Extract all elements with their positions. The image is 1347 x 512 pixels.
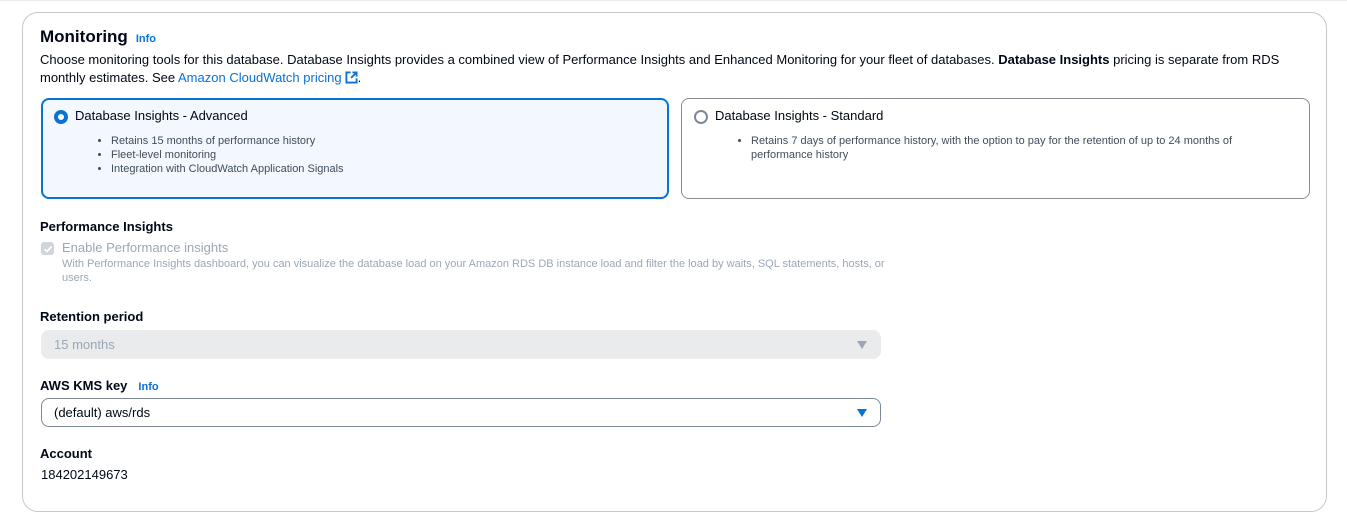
enable-performance-insights-checkbox[interactable] bbox=[41, 242, 54, 255]
section-description: Choose monitoring tools for this databas… bbox=[40, 51, 1280, 87]
cloudwatch-pricing-link[interactable]: Amazon CloudWatch pricing bbox=[178, 70, 358, 85]
retention-period-label: Retention period bbox=[40, 309, 144, 324]
option-bullets-standard: Retains 7 days of performance history, w… bbox=[739, 134, 1281, 162]
caret-down-icon bbox=[857, 341, 867, 349]
account-value: 184202149673 bbox=[41, 467, 128, 482]
external-link-icon bbox=[345, 71, 358, 84]
option-label-advanced: Database Insights - Advanced bbox=[75, 108, 248, 123]
kms-key-select[interactable]: (default) aws/rds bbox=[41, 398, 881, 427]
option-card-advanced[interactable]: Database Insights - Advanced Retains 15 … bbox=[41, 98, 669, 199]
kms-key-label: AWS KMS key bbox=[40, 378, 128, 393]
list-item: Retains 15 months of performance history bbox=[111, 134, 344, 148]
account-label: Account bbox=[40, 446, 92, 461]
cloudwatch-pricing-link-label: Amazon CloudWatch pricing bbox=[178, 70, 342, 85]
list-item: Retains 7 days of performance history, w… bbox=[751, 134, 1281, 162]
performance-insights-description: With Performance Insights dashboard, you… bbox=[62, 258, 885, 284]
kms-key-value: (default) aws/rds bbox=[54, 405, 151, 420]
kms-key-header: AWS KMS key Info bbox=[40, 378, 159, 393]
top-divider bbox=[0, 0, 1347, 1]
radio-standard[interactable] bbox=[694, 110, 708, 124]
list-item: Fleet-level monitoring bbox=[111, 148, 344, 162]
performance-insights-heading: Performance Insights bbox=[40, 219, 173, 234]
description-end: . bbox=[357, 70, 362, 85]
option-bullets-advanced: Retains 15 months of performance history… bbox=[99, 134, 344, 176]
caret-down-icon bbox=[857, 409, 867, 417]
description-text: Choose monitoring tools for this databas… bbox=[40, 52, 999, 67]
section-header: Monitoring Info bbox=[40, 27, 156, 47]
option-label-standard: Database Insights - Standard bbox=[715, 108, 884, 123]
check-icon bbox=[43, 245, 52, 253]
option-card-standard[interactable]: Database Insights - Standard Retains 7 d… bbox=[681, 98, 1310, 199]
monitoring-info-link[interactable]: Info bbox=[136, 33, 156, 45]
retention-period-value: 15 months bbox=[54, 337, 115, 352]
retention-period-select[interactable]: 15 months bbox=[41, 330, 881, 359]
enable-performance-insights-label: Enable Performance insights bbox=[62, 240, 229, 255]
radio-advanced[interactable] bbox=[54, 110, 68, 124]
list-item: Integration with CloudWatch Application … bbox=[111, 162, 344, 176]
kms-info-link[interactable]: Info bbox=[138, 381, 158, 393]
description-bold: Database Insights bbox=[998, 52, 1110, 67]
section-title: Monitoring bbox=[40, 27, 128, 46]
